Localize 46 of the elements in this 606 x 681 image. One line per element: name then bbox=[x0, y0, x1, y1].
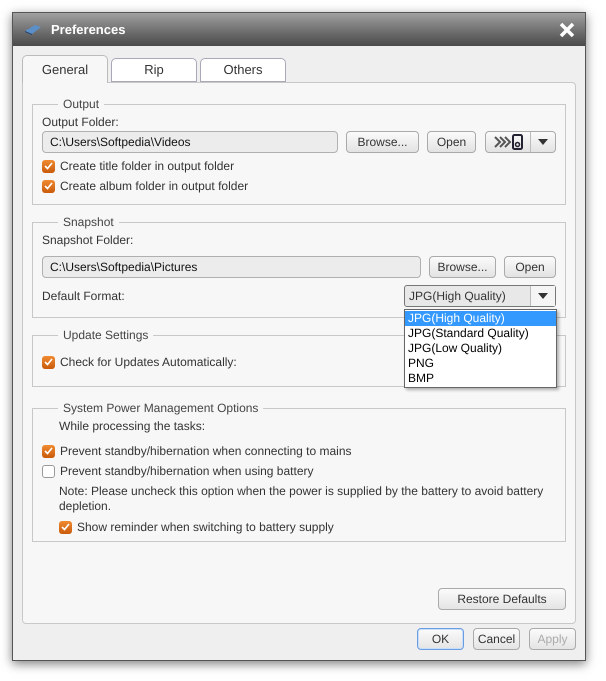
window-title: Preferences bbox=[51, 20, 126, 39]
caret-icon bbox=[538, 293, 548, 299]
field-label: Output Folder: bbox=[42, 114, 120, 131]
dialog-button: Apply bbox=[529, 628, 576, 650]
folder-path-field[interactable]: C:\Users\Softpedia\Pictures bbox=[42, 256, 421, 278]
tab[interactable]: Rip bbox=[111, 58, 197, 82]
restore-defaults-button[interactable]: Restore Defaults bbox=[438, 588, 566, 610]
note-text: Note: Please uncheck this option when the power is supplied by the battery to avoid battery depletion. bbox=[58, 483, 544, 514]
folder-path-field[interactable]: C:\Users\Softpedia\Videos bbox=[42, 131, 338, 153]
checkbox-label: Show reminder when switching to battery supply bbox=[77, 519, 334, 536]
checkbox-label: Create album folder in output folder bbox=[60, 178, 248, 195]
field-label: Default Format: bbox=[42, 288, 125, 305]
checkbox-label: Check for Updates Automatically: bbox=[60, 354, 237, 371]
checkbox-label: Create title folder in output folder bbox=[60, 158, 234, 175]
dropdown-option[interactable]: BMP bbox=[405, 371, 556, 386]
dropdown-option[interactable]: JPG(Standard Quality) bbox=[405, 326, 556, 341]
checkbox-label: Prevent standby/hibernation when using battery bbox=[60, 463, 314, 480]
dropdown-option[interactable]: JPG(Low Quality) bbox=[405, 341, 556, 356]
caret-icon bbox=[538, 139, 548, 145]
browse-button[interactable]: Browse... bbox=[346, 131, 419, 153]
group-title: System Power Management Options bbox=[62, 400, 260, 417]
checkbox-label: Prevent standby/hibernation when connecting to mains bbox=[60, 443, 352, 460]
open-button[interactable]: Open bbox=[427, 131, 476, 153]
open-button[interactable]: Open bbox=[504, 256, 556, 278]
checkbox[interactable] bbox=[42, 160, 55, 172]
chevrons-device-icon bbox=[494, 134, 524, 150]
intro-text: While processing the tasks: bbox=[58, 418, 206, 435]
browse-button[interactable]: Browse... bbox=[429, 256, 496, 278]
field-label: Snapshot Folder: bbox=[42, 232, 134, 249]
format-dropdown[interactable]: JPG(High Quality) bbox=[404, 285, 556, 307]
group-title: Output bbox=[62, 96, 100, 113]
checkbox[interactable] bbox=[42, 356, 55, 368]
group-title: Snapshot bbox=[62, 214, 115, 231]
checkbox[interactable] bbox=[42, 444, 55, 458]
app-icon bbox=[23, 24, 43, 36]
checkbox[interactable] bbox=[42, 464, 55, 478]
checkbox[interactable] bbox=[59, 520, 72, 534]
tab[interactable]: Others bbox=[200, 58, 286, 82]
tab[interactable]: General bbox=[22, 55, 108, 83]
dialog-button[interactable]: OK bbox=[417, 628, 464, 650]
device-button[interactable] bbox=[485, 131, 556, 153]
close-icon[interactable] bbox=[559, 22, 575, 38]
dropdown-option[interactable]: PNG bbox=[405, 356, 556, 371]
dialog-button[interactable]: Cancel bbox=[473, 628, 520, 650]
group-title: Update Settings bbox=[62, 327, 150, 344]
checkbox[interactable] bbox=[42, 180, 55, 192]
